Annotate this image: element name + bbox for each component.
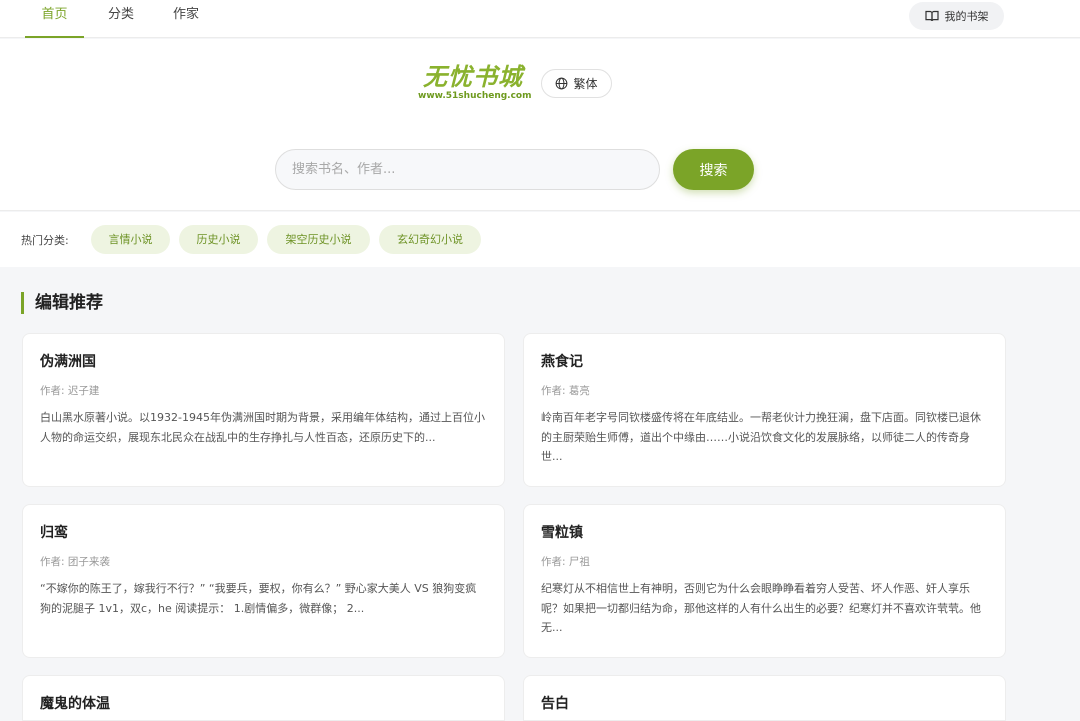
site-header: 无忧书城 www.51shucheng.com 繁体 搜索 xyxy=(0,39,1080,211)
hot-categories-bar: 热门分类: 言情小说 历史小说 架空历史小说 玄幻奇幻小说 xyxy=(0,212,1080,267)
my-bookshelf-label: 我的书架 xyxy=(944,10,989,23)
editor-picks-title: 编辑推荐 xyxy=(21,292,103,314)
book-card[interactable]: 魔鬼的体温 xyxy=(22,675,505,721)
tab-categories[interactable]: 分类 xyxy=(98,0,144,38)
book-description: 白山黑水原著小说。以1932-1945年伪满洲国时期为背景，采用编年体结构，通过… xyxy=(40,411,485,444)
book-author: 作者: 葛亮 xyxy=(541,385,590,397)
hot-tag-romance[interactable]: 言情小说 xyxy=(91,225,170,254)
book-title[interactable]: 燕食记 xyxy=(541,352,988,372)
book-card[interactable]: 雪粒镇 作者: 尸祖 纪寒灯从不相信世上有神明，否则它为什么会眼睁睁看着穷人受苦… xyxy=(523,504,1006,658)
globe-icon xyxy=(556,77,568,90)
lang-label: 繁体 xyxy=(573,77,598,91)
book-open-icon xyxy=(924,10,939,22)
book-title[interactable]: 归鸾 xyxy=(40,523,487,543)
tab-authors[interactable]: 作家 xyxy=(163,0,209,38)
top-nav: 首页 分类 作家 我的书架 xyxy=(0,0,1080,38)
book-title[interactable]: 伪满洲国 xyxy=(40,352,487,372)
book-card[interactable]: 燕食记 作者: 葛亮 岭南百年老字号同钦楼盛传将在年底结业。一帮老伙计力挽狂澜，… xyxy=(523,333,1006,487)
book-author: 作者: 团子来袭 xyxy=(40,556,110,568)
traditional-chinese-button[interactable]: 繁体 xyxy=(541,69,612,98)
hot-tag-history[interactable]: 历史小说 xyxy=(179,225,258,254)
my-bookshelf-button[interactable]: 我的书架 xyxy=(909,2,1004,30)
book-card[interactable]: 告白 xyxy=(523,675,1006,721)
book-description: 岭南百年老字号同钦楼盛传将在年底结业。一帮老伙计力挽狂澜，盘下店面。同钦楼已退休… xyxy=(541,411,981,463)
logo-url: www.51shucheng.com xyxy=(418,91,532,101)
hot-tag-fantasy[interactable]: 玄幻奇幻小说 xyxy=(379,225,481,254)
logo-text: 无忧书城 xyxy=(423,62,523,91)
search-input[interactable] xyxy=(275,149,660,190)
site-logo[interactable]: 无忧书城 www.51shucheng.com xyxy=(418,62,532,101)
book-card[interactable]: 归鸾 作者: 团子来袭 “不嫁你的陈王了，嫁我行不行？” “我要兵，要权，你有么… xyxy=(22,504,505,658)
book-author: 作者: 迟子建 xyxy=(40,385,100,397)
search-button[interactable]: 搜索 xyxy=(673,149,754,190)
tab-home[interactable]: 首页 xyxy=(25,0,84,38)
book-description: 纪寒灯从不相信世上有神明，否则它为什么会眼睁睁看着穷人受苦、坏人作恶、奸人享乐呢… xyxy=(541,582,981,634)
book-title[interactable]: 魔鬼的体温 xyxy=(40,694,487,714)
book-title[interactable]: 告白 xyxy=(541,694,988,714)
book-author: 作者: 尸祖 xyxy=(541,556,590,568)
hot-categories-label: 热门分类: xyxy=(21,234,69,247)
book-description: “不嫁你的陈王了，嫁我行不行？” “我要兵，要权，你有么？” 野心家大美人 VS… xyxy=(40,582,477,615)
book-card[interactable]: 伪满洲国 作者: 迟子建 白山黑水原著小说。以1932-1945年伪满洲国时期为… xyxy=(22,333,505,487)
book-title[interactable]: 雪粒镇 xyxy=(541,523,988,543)
hot-tag-alt-history[interactable]: 架空历史小说 xyxy=(267,225,370,254)
